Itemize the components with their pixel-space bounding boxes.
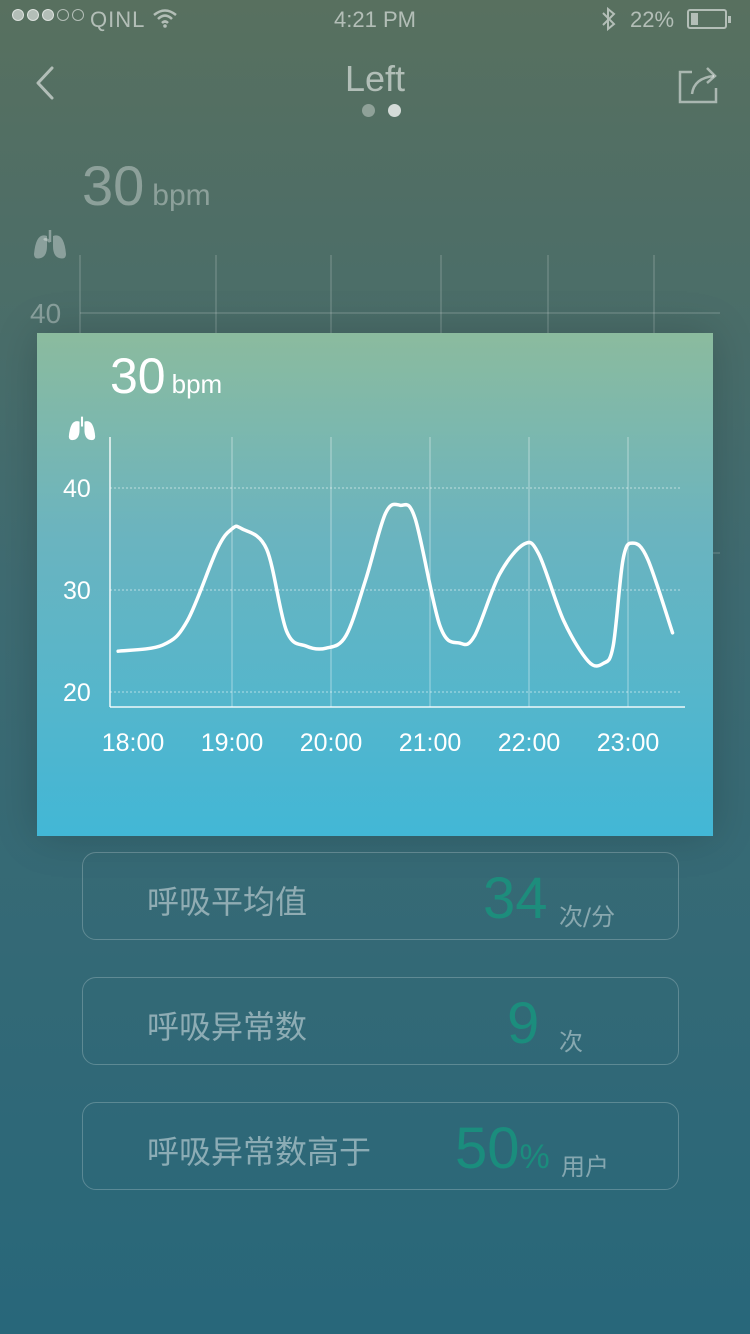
stat-value: 9	[507, 991, 540, 1056]
chart-popup-card[interactable]: 30 bpm 40 30 20 18:00 19:00 20:00 21:00 22:00 23:…	[37, 333, 713, 836]
bluetooth-icon	[602, 6, 616, 32]
x-tick-label: 18:00	[102, 729, 165, 757]
stat-unit: 用户	[561, 1153, 609, 1181]
stat-unit: 次/分	[559, 903, 616, 931]
background-bpm-reading: 30 bpm	[82, 153, 211, 218]
status-bar: QINL 4:21 PM 22%	[0, 0, 750, 40]
page-dot-1[interactable]	[362, 104, 375, 117]
y-tick-label: 40	[63, 475, 91, 503]
battery-fill	[691, 13, 699, 25]
x-tick-label: 19:00	[201, 729, 264, 757]
stat-value: 50%	[455, 1115, 550, 1182]
stat-value-percent: %	[519, 1138, 550, 1176]
stat-unit: 次	[559, 1028, 583, 1056]
y-tick-label: 30	[63, 577, 91, 605]
battery-icon	[687, 9, 731, 29]
stat-value: 34	[483, 866, 548, 931]
stat-value-number: 50	[455, 1116, 520, 1181]
background-bpm-unit: bpm	[152, 179, 211, 212]
stat-label: 呼吸异常数	[147, 1008, 308, 1046]
stat-label: 呼吸平均值	[147, 883, 308, 921]
background-bpm-value: 30	[82, 154, 145, 217]
share-icon[interactable]	[674, 62, 722, 106]
stat-card-abnormal-percentile[interactable]: 呼吸异常数高于 50% 用户	[82, 1102, 679, 1190]
breathing-rate-chart[interactable]: 40 30 20 18:00 19:00 20:00 21:00 22:00 23:00	[37, 333, 713, 836]
stat-card-average[interactable]: 呼吸平均值 34 次/分	[82, 852, 679, 940]
breathing-rate-line	[116, 502, 675, 668]
stat-label: 呼吸异常数高于	[147, 1133, 372, 1171]
page-indicator[interactable]	[362, 104, 401, 117]
page-title: Left	[344, 58, 406, 99]
page-dot-2[interactable]	[388, 104, 401, 117]
y-tick-label: 20	[63, 679, 91, 707]
background-axis-40-label: 40	[30, 298, 61, 329]
stat-card-abnormal-count[interactable]: 呼吸异常数 9 次	[82, 977, 679, 1065]
x-tick-label: 20:00	[300, 729, 363, 757]
battery-percent: 22%	[630, 7, 675, 32]
x-tick-label: 22:00	[498, 729, 561, 757]
x-tick-label: 23:00	[597, 729, 660, 757]
x-tick-label: 21:00	[399, 729, 462, 757]
